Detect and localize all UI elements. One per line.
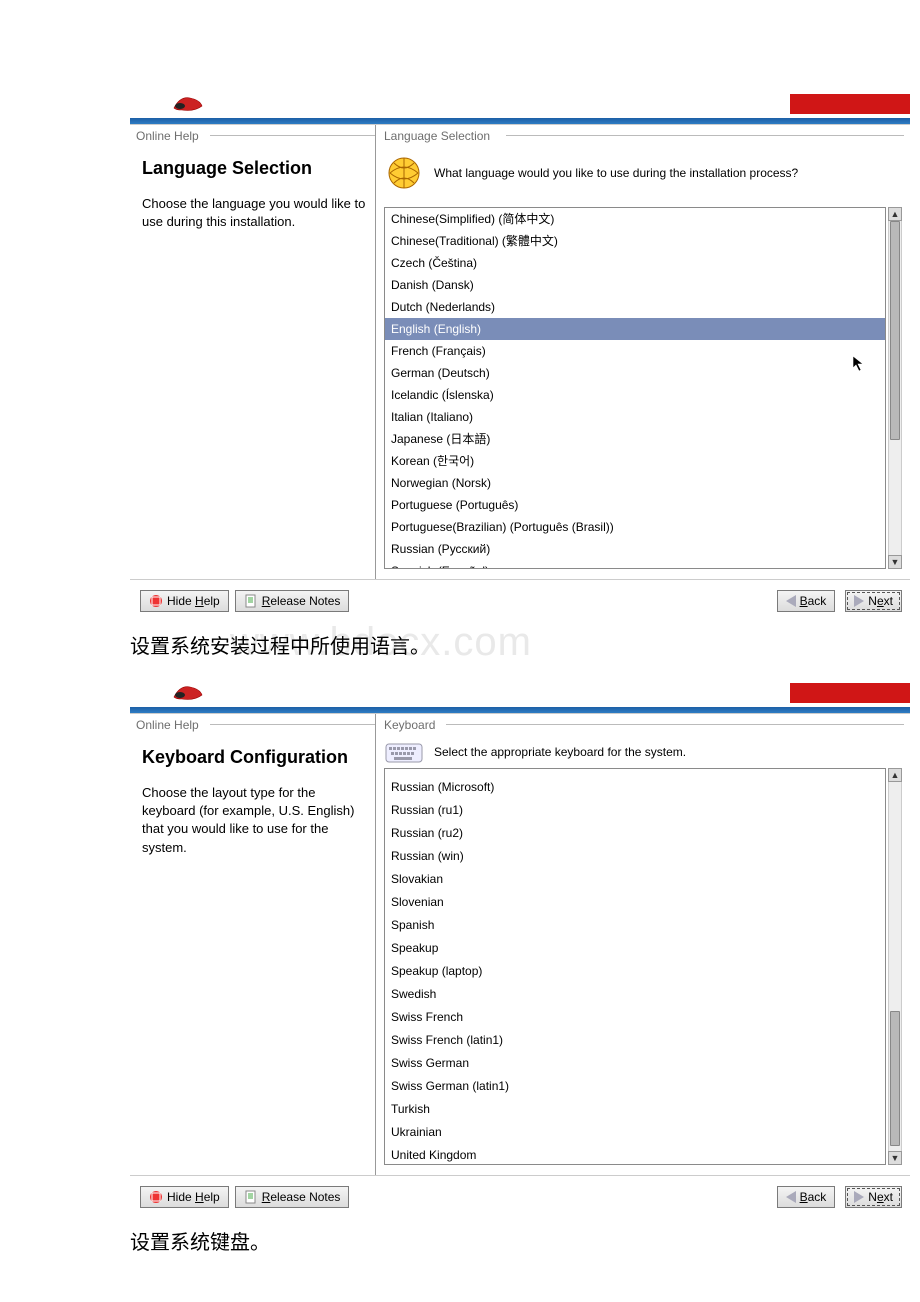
back-button[interactable]: Back: [777, 1186, 836, 1208]
next-button[interactable]: Next: [845, 590, 902, 612]
help-panel-label: Online Help: [130, 125, 375, 144]
main-panel: Language Selection What language would y…: [376, 125, 910, 579]
caption-2: 设置系统键盘。: [130, 1226, 910, 1255]
hide-help-icon: [149, 1190, 163, 1204]
help-heading: Language Selection: [142, 158, 367, 179]
scroll-down-button[interactable]: ▼: [888, 1151, 902, 1165]
scrollbar[interactable]: ▲ ▼: [888, 207, 902, 569]
language-item[interactable]: Japanese (日本語): [385, 428, 885, 450]
language-item[interactable]: German (Deutsch): [385, 362, 885, 384]
language-item[interactable]: Portuguese(Brazilian) (Português (Brasil…: [385, 516, 885, 538]
keyboard-item[interactable]: Slovakian: [385, 868, 885, 891]
scroll-thumb[interactable]: [890, 1011, 900, 1146]
language-item[interactable]: Italian (Italiano): [385, 406, 885, 428]
window-header: [130, 90, 910, 118]
language-item[interactable]: Dutch (Nederlands): [385, 296, 885, 318]
scroll-up-button[interactable]: ▲: [888, 768, 902, 782]
scroll-down-button[interactable]: ▼: [888, 555, 902, 569]
keyboard-item[interactable]: Swiss German (latin1): [385, 1075, 885, 1098]
language-item[interactable]: Russian (Русский): [385, 538, 885, 560]
keyboard-item[interactable]: United Kingdom: [385, 1144, 885, 1165]
keyboard-item[interactable]: Russian (ru2): [385, 822, 885, 845]
release-notes-button[interactable]: Release Notes: [235, 1186, 350, 1208]
language-item[interactable]: Danish (Dansk): [385, 274, 885, 296]
help-heading: Keyboard Configuration: [142, 747, 367, 768]
language-item[interactable]: Korean (한국어): [385, 450, 885, 472]
release-notes-button[interactable]: Release Notes: [235, 590, 350, 612]
installer-window-language: Online Help Language Selection Choose th…: [130, 90, 910, 620]
button-bar: Hide Help Release Notes Back Next: [130, 1175, 910, 1216]
next-arrow-icon: [854, 1191, 864, 1203]
keyboard-item[interactable]: Swedish: [385, 983, 885, 1006]
scroll-up-button[interactable]: ▲: [888, 207, 902, 221]
main-panel-label: Language Selection: [376, 125, 910, 143]
release-notes-icon: [244, 1190, 258, 1204]
back-button[interactable]: Back: [777, 590, 836, 612]
scroll-track[interactable]: [888, 221, 902, 555]
online-help-panel: Online Help Language Selection Choose th…: [130, 125, 376, 579]
globe-icon: [384, 153, 424, 193]
keyboard-item[interactable]: Speakup (laptop): [385, 960, 885, 983]
redhat-logo-icon: [170, 681, 206, 703]
hide-help-button[interactable]: Hide Help: [140, 1186, 229, 1208]
prompt-text: Select the appropriate keyboard for the …: [434, 745, 686, 759]
redhat-logo-icon: [170, 92, 206, 114]
next-button[interactable]: Next: [845, 1186, 902, 1208]
keyboard-item[interactable]: Speakup: [385, 937, 885, 960]
prompt-text: What language would you like to use duri…: [434, 166, 798, 180]
language-item[interactable]: Czech (Čeština): [385, 252, 885, 274]
list-clip-top: [385, 769, 885, 776]
language-item[interactable]: Portuguese (Português): [385, 494, 885, 516]
keyboard-item[interactable]: Swiss German: [385, 1052, 885, 1075]
keyboard-item[interactable]: Slovenian: [385, 891, 885, 914]
button-bar: Hide Help Release Notes Back Next: [130, 579, 910, 620]
help-text: Choose the language you would like to us…: [142, 195, 367, 231]
caption-1: 设置系统安装过程中所使用语言。 www.bdocx.com: [130, 630, 910, 659]
next-arrow-icon: [854, 595, 864, 607]
keyboard-item[interactable]: Swiss French (latin1): [385, 1029, 885, 1052]
keyboard-list[interactable]: Russian (Microsoft)Russian (ru1)Russian …: [384, 768, 886, 1165]
release-notes-icon: [244, 594, 258, 608]
keyboard-item[interactable]: Ukrainian: [385, 1121, 885, 1144]
back-arrow-icon: [786, 595, 796, 607]
language-item[interactable]: Icelandic (Íslenska): [385, 384, 885, 406]
hide-help-button[interactable]: Hide Help: [140, 590, 229, 612]
language-list[interactable]: Chinese(Simplified) (简体中文)Chinese(Tradit…: [384, 207, 886, 569]
keyboard-item[interactable]: Turkish: [385, 1098, 885, 1121]
keyboard-icon: [384, 738, 424, 766]
language-item[interactable]: French (Français): [385, 340, 885, 362]
help-panel-label: Online Help: [130, 714, 375, 733]
language-item[interactable]: Chinese(Simplified) (简体中文): [385, 208, 885, 230]
keyboard-item[interactable]: Swiss French: [385, 1006, 885, 1029]
keyboard-item[interactable]: Russian (win): [385, 845, 885, 868]
window-header: [130, 679, 910, 707]
main-panel-label: Keyboard: [376, 714, 910, 732]
back-arrow-icon: [786, 1191, 796, 1203]
keyboard-item[interactable]: Russian (ru1): [385, 799, 885, 822]
help-text: Choose the layout type for the keyboard …: [142, 784, 367, 857]
language-item[interactable]: Chinese(Traditional) (繁體中文): [385, 230, 885, 252]
keyboard-item[interactable]: Spanish: [385, 914, 885, 937]
language-item[interactable]: Spanish (Español): [385, 560, 885, 569]
installer-window-keyboard: Online Help Keyboard Configuration Choos…: [130, 679, 910, 1216]
main-panel: Keyboard Select the appropriate keyboard…: [376, 714, 910, 1175]
language-item[interactable]: Norwegian (Norsk): [385, 472, 885, 494]
scrollbar[interactable]: ▲ ▼: [888, 768, 902, 1165]
keyboard-item[interactable]: Russian (Microsoft): [385, 776, 885, 799]
brand-flag: [790, 683, 910, 703]
scroll-track[interactable]: [888, 782, 902, 1151]
online-help-panel: Online Help Keyboard Configuration Choos…: [130, 714, 376, 1175]
scroll-thumb[interactable]: [890, 221, 900, 440]
hide-help-icon: [149, 594, 163, 608]
language-item[interactable]: English (English): [385, 318, 885, 340]
brand-flag: [790, 94, 910, 114]
